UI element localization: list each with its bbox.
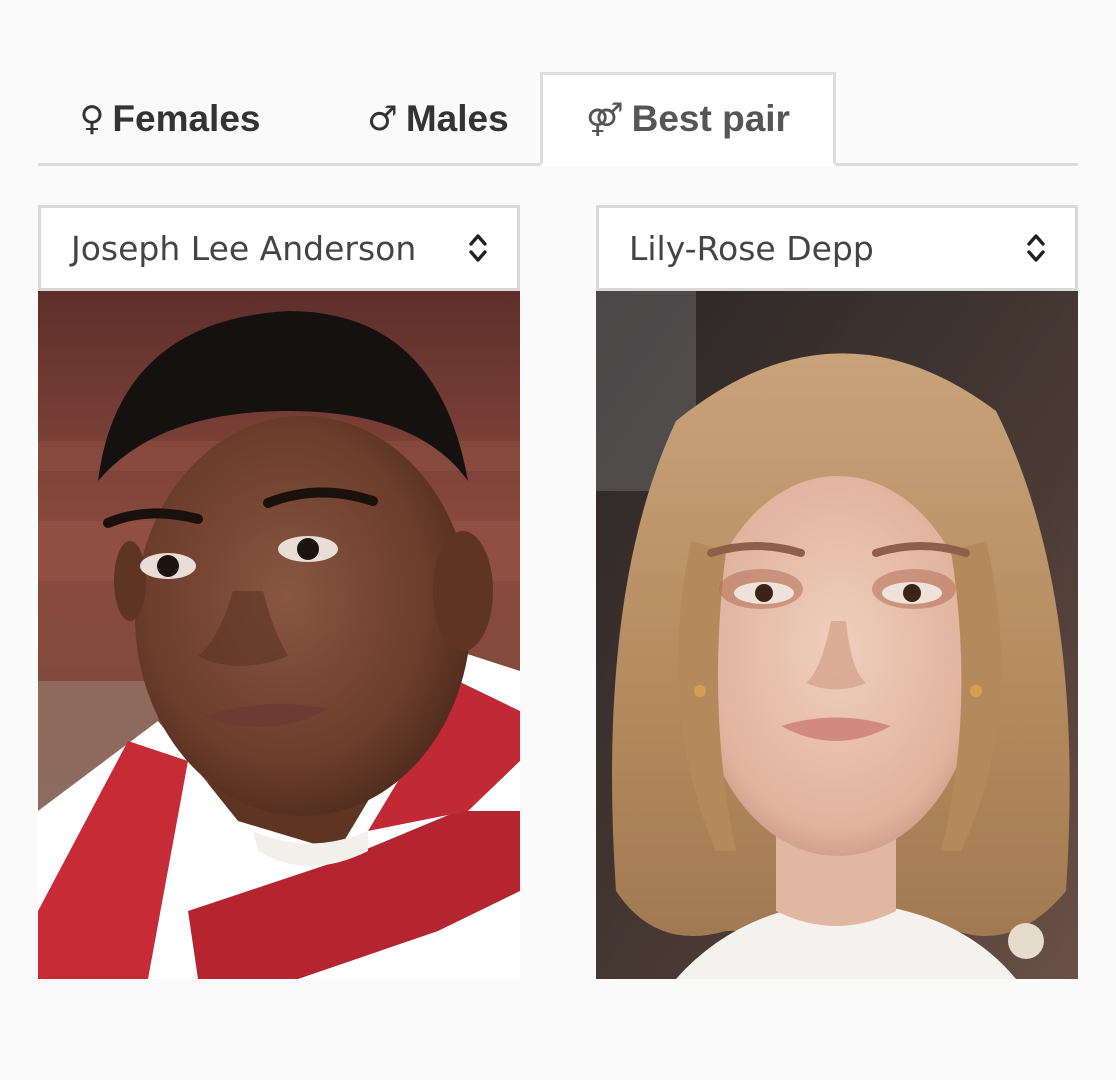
right-person-selected-value: Lily-Rose Depp [629, 228, 874, 268]
tab-best-pair[interactable]: ⚤ Best pair [540, 72, 836, 166]
left-person-select[interactable]: Joseph Lee Anderson [38, 205, 520, 291]
left-person-photo [38, 291, 520, 979]
male-portrait-image [38, 291, 520, 979]
tab-females[interactable]: ♀ Females [38, 72, 302, 166]
tab-females-label: Females [112, 98, 261, 139]
right-person-select[interactable]: Lily-Rose Depp [596, 205, 1078, 291]
best-pair-page: ♀ Females ♂ Males ⚤ Best pair Joseph Lee… [0, 0, 1116, 1080]
chevron-up-down-icon [1027, 234, 1045, 262]
pair-symbol-icon: ⚤ [586, 100, 624, 138]
female-portrait-image [596, 291, 1078, 979]
left-person-selected-value: Joseph Lee Anderson [71, 228, 417, 268]
male-symbol-icon: ♂ [367, 99, 398, 139]
female-symbol-icon: ♀ [79, 99, 105, 139]
tab-males-label: Males [405, 98, 509, 139]
gender-tabs: ♀ Females ♂ Males ⚤ Best pair [38, 72, 1078, 166]
tab-males[interactable]: ♂ Males [308, 72, 568, 166]
tab-best-pair-label: Best pair [631, 98, 790, 139]
chevron-up-down-icon [469, 234, 487, 262]
right-person-photo [596, 291, 1078, 979]
